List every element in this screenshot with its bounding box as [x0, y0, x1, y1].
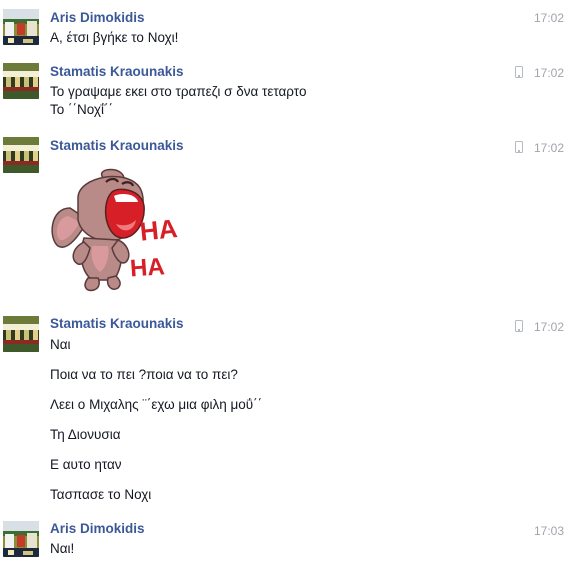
message-text: Ναι!	[50, 541, 75, 556]
avatar-aris[interactable]	[3, 521, 39, 557]
message-text: Λεει ο Μιχαλης ¨΄εχω μια φιλη μοΰ΄΄	[50, 397, 263, 412]
mobile-phone-icon	[515, 66, 523, 78]
message-text: Τασπασε το Νοχι	[50, 487, 152, 502]
message-text: Α, έτσι βγήκε το Νοχι!	[50, 30, 179, 45]
message-text: Ε αυτο ηταν	[50, 457, 122, 472]
laughing-bunny-sticker[interactable]: HA HA	[48, 168, 188, 301]
sender-name[interactable]: Aris Dimokidis	[50, 521, 145, 537]
timestamp: 17:02	[533, 11, 564, 25]
message-text: Το γραψαμε εκει στο τραπεζι σ δνα τεταρτ…	[50, 84, 307, 99]
message-text: Το ΄΄Νοχΐ΄΄	[50, 102, 113, 117]
sender-name[interactable]: Stamatis Kraounakis	[50, 138, 184, 154]
avatar-stamatis[interactable]	[3, 137, 39, 173]
sender-name[interactable]: Aris Dimokidis	[50, 10, 145, 26]
mobile-phone-icon	[515, 320, 523, 332]
timestamp: 17:02	[533, 66, 564, 80]
sticker-text-bottom: HA	[129, 253, 165, 282]
timestamp: 17:02	[533, 320, 564, 334]
mobile-phone-icon	[515, 141, 523, 153]
avatar-aris[interactable]	[3, 9, 39, 45]
message-text: Ποια να το πει ?ποια να το πει?	[50, 367, 238, 382]
avatar-stamatis[interactable]	[3, 63, 39, 99]
avatar-stamatis[interactable]	[3, 316, 39, 352]
message-text: Ναι	[50, 337, 71, 352]
message-text: Τη Διονυσια	[50, 427, 121, 442]
timestamp: 17:02	[533, 141, 564, 155]
sender-name[interactable]: Stamatis Kraounakis	[50, 64, 184, 80]
laughing-bunny-sticker-icon: HA HA	[51, 168, 179, 292]
sender-name[interactable]: Stamatis Kraounakis	[50, 316, 184, 332]
sticker-text-top: HA	[138, 213, 179, 247]
timestamp: 17:03	[533, 524, 564, 538]
